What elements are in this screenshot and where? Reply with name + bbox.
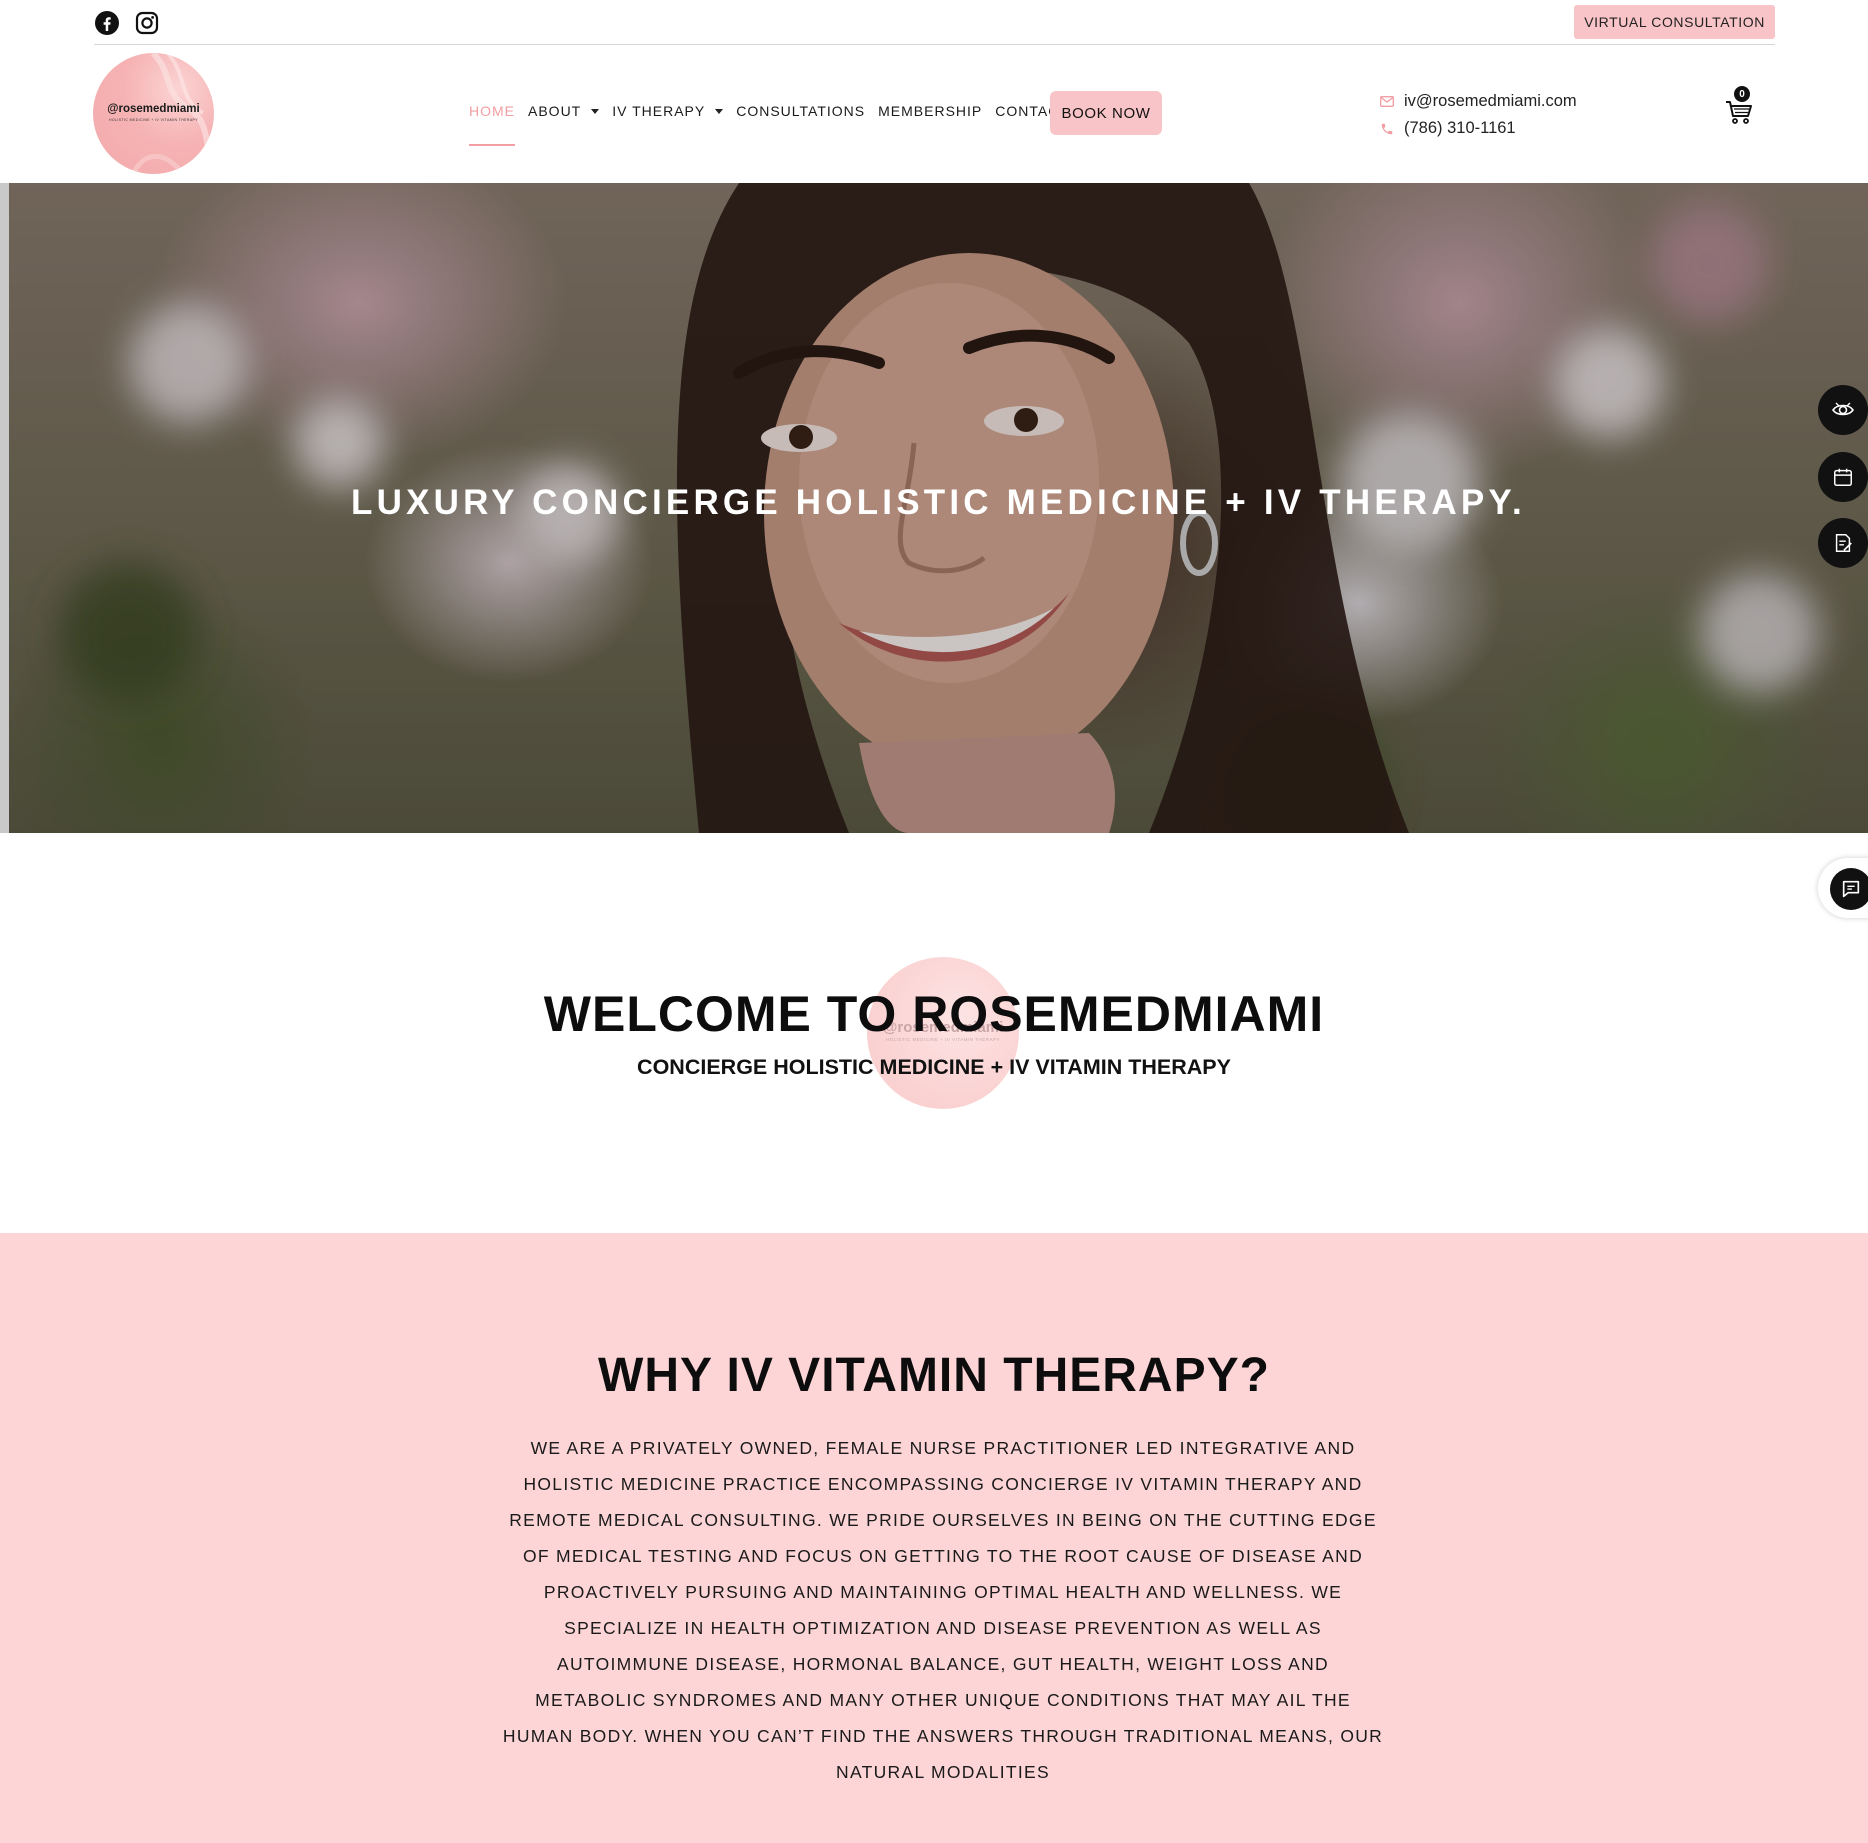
accessibility-eye-icon[interactable] <box>1818 385 1868 435</box>
nav-item-label: HOME <box>469 103 515 119</box>
hero-banner: LUXURY CONCIERGE HOLISTIC MEDICINE + IV … <box>9 183 1868 833</box>
instagram-icon[interactable] <box>134 10 160 36</box>
hero-left-edge <box>0 183 9 833</box>
logo-handle: @rosemedmiami <box>107 103 200 115</box>
cart-count-badge: 0 <box>1734 86 1750 102</box>
email-text: iv@rosemedmiami.com <box>1404 92 1577 110</box>
logo-tagline: HOLISTIC MEDICINE + IV VITAMIN THERAPY <box>108 118 199 122</box>
chat-icon[interactable] <box>1830 868 1868 910</box>
facebook-icon[interactable] <box>94 10 120 36</box>
nav-item-label: CONSULTATIONS <box>736 103 866 119</box>
why-iv-section: WHY IV VITAMIN THERAPY? WE ARE A PRIVATE… <box>0 1233 1868 1843</box>
why-body-text: WE ARE A PRIVATELY OWNED, FEMALE NURSE P… <box>502 1438 1384 1782</box>
nav-item-home[interactable]: HOME <box>469 103 515 146</box>
phone-row[interactable]: (786) 310-1161 <box>1380 115 1577 142</box>
email-row[interactable]: iv@rosemedmiami.com <box>1380 88 1577 115</box>
nav-item-consultations[interactable]: CONSULTATIONS <box>736 103 865 119</box>
welcome-title: WELCOME TO ROSEMEDMIAMI <box>543 986 1325 1042</box>
virtual-consultation-button[interactable]: VIRTUAL CONSULTATION <box>1574 5 1775 39</box>
site-logo[interactable]: @rosemedmiami HOLISTIC MEDICINE + IV VIT… <box>93 53 214 174</box>
phone-text: (786) 310-1161 <box>1404 119 1516 137</box>
top-bar: VIRTUAL CONSULTATION <box>94 0 1775 45</box>
nav-item-about[interactable]: ABOUT <box>528 103 600 119</box>
nav-item-iv-therapy[interactable]: IV THERAPY <box>612 103 724 119</box>
contact-info: iv@rosemedmiami.com (786) 310-1161 <box>1380 88 1577 142</box>
nav-item-membership[interactable]: MEMBERSHIP <box>878 103 982 119</box>
nav-item-label: IV THERAPY <box>612 103 706 119</box>
welcome-subtitle: CONCIERGE HOLISTIC MEDICINE + IV VITAMIN… <box>637 1055 1231 1079</box>
phone-icon <box>1380 122 1404 136</box>
caret-down-icon <box>591 108 600 114</box>
envelope-icon <box>1380 96 1404 107</box>
nav-item-label: MEMBERSHIP <box>878 103 983 119</box>
caret-down-icon <box>715 108 724 114</box>
book-now-button[interactable]: BOOK NOW <box>1050 91 1162 135</box>
hero-title: LUXURY CONCIERGE HOLISTIC MEDICINE + IV … <box>351 483 1526 522</box>
why-title: WHY IV VITAMIN THERAPY? <box>598 1349 1270 1402</box>
nav-item-label: ABOUT <box>528 103 582 119</box>
main-nav: HOME ABOUT IV THERAPY CONSULTATIONS MEMB… <box>469 90 1082 146</box>
calendar-icon[interactable] <box>1818 452 1868 502</box>
signature-form-icon[interactable] <box>1818 518 1868 568</box>
